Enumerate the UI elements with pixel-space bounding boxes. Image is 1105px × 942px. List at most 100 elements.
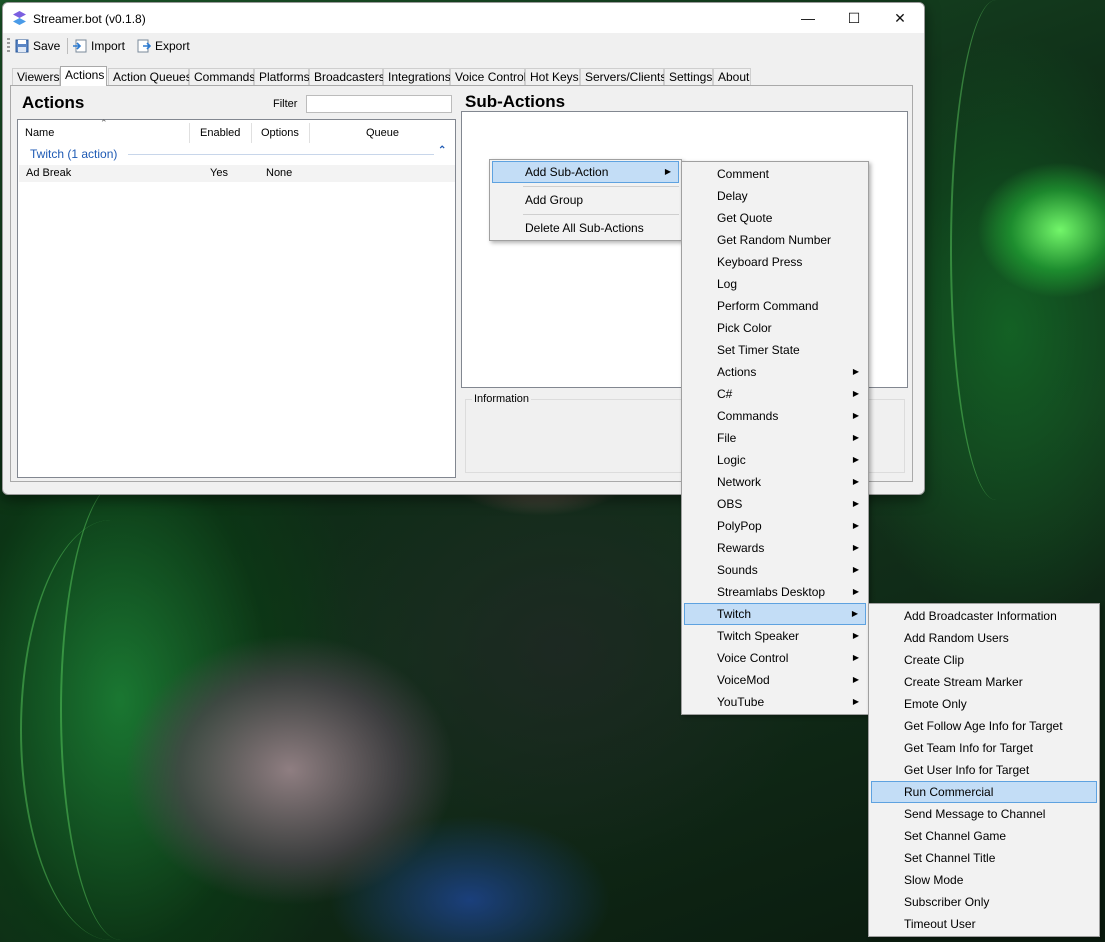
menu-item-set-channel-title[interactable]: Set Channel Title [871, 847, 1097, 869]
tab-voice-control[interactable]: Voice Control [450, 68, 526, 85]
column-header-enabled[interactable]: Enabled [200, 120, 240, 144]
menu-item-create-stream-marker[interactable]: Create Stream Marker [871, 671, 1097, 693]
menu-item-label: PolyPop [717, 519, 762, 533]
menu-item-file[interactable]: File ▶ [684, 427, 866, 449]
menu-item-add-sub-action[interactable]: Add Sub-Action ▶ [492, 161, 679, 183]
submenu-arrow-icon: ▶ [851, 609, 858, 618]
maximize-button[interactable]: ☐ [831, 3, 877, 33]
menu-item-slow-mode[interactable]: Slow Mode [871, 869, 1097, 891]
row-enabled: Yes [210, 167, 228, 179]
menu-item-youtube[interactable]: YouTube ▶ [684, 691, 866, 713]
menu-item-actions[interactable]: Actions ▶ [684, 361, 866, 383]
submenu-arrow-icon: ▶ [852, 543, 859, 552]
group-divider [128, 154, 434, 155]
menu-item-create-clip[interactable]: Create Clip [871, 649, 1097, 671]
menu-separator [523, 186, 679, 187]
column-header-options[interactable]: Options [261, 120, 299, 144]
menu-item-obs[interactable]: OBS ▶ [684, 493, 866, 515]
export-button[interactable]: Export [137, 37, 190, 55]
filter-input[interactable] [306, 95, 452, 113]
menu-item-twitch[interactable]: Twitch ▶ [684, 603, 866, 625]
menu-item-logic[interactable]: Logic ▶ [684, 449, 866, 471]
menu-item-subscriber-only[interactable]: Subscriber Only [871, 891, 1097, 913]
menu-item-send-message-to-channel[interactable]: Send Message to Channel [871, 803, 1097, 825]
menu-item-get-follow-age-info[interactable]: Get Follow Age Info for Target [871, 715, 1097, 737]
menu-item-label: OBS [717, 497, 743, 511]
menu-item-emote-only[interactable]: Emote Only [871, 693, 1097, 715]
subactions-title: Sub-Actions [465, 92, 566, 111]
export-icon [137, 39, 151, 53]
menu-item-csharp[interactable]: C# ▶ [684, 383, 866, 405]
submenu-arrow-icon: ▶ [852, 697, 859, 706]
group-header-twitch[interactable]: Twitch (1 action) [30, 147, 117, 161]
menu-item-log[interactable]: Log [684, 273, 866, 295]
menu-item-timeout-user[interactable]: Timeout User [871, 913, 1097, 935]
minimize-button[interactable]: — [785, 3, 831, 33]
menu-item-label: Logic [717, 453, 746, 467]
menu-item-label: Rewards [717, 541, 765, 555]
menu-item-pick-color[interactable]: Pick Color [684, 317, 866, 339]
import-button[interactable]: Import [73, 37, 125, 55]
submenu-arrow-icon: ▶ [852, 521, 859, 530]
submenu-arrow-icon: ▶ [852, 477, 859, 486]
tab-viewers[interactable]: Viewers [12, 68, 60, 85]
column-header-queue[interactable]: Queue [366, 120, 399, 144]
menu-item-set-timer-state[interactable]: Set Timer State [684, 339, 866, 361]
menu-item-comment[interactable]: Comment [684, 163, 866, 185]
table-row[interactable]: Ad Break Yes None [19, 165, 455, 182]
filter-label: Filter [273, 98, 298, 110]
column-separator [309, 123, 310, 143]
menu-item-get-user-info[interactable]: Get User Info for Target [871, 759, 1097, 781]
submenu-arrow-icon: ▶ [852, 433, 859, 442]
menu-item-add-random-users[interactable]: Add Random Users [871, 627, 1097, 649]
toolbar-separator [67, 38, 68, 54]
menu-item-rewards[interactable]: Rewards ▶ [684, 537, 866, 559]
menu-item-get-random-number[interactable]: Get Random Number [684, 229, 866, 251]
menu-item-network[interactable]: Network ▶ [684, 471, 866, 493]
tab-integrations[interactable]: Integrations [383, 68, 451, 85]
actions-list[interactable]: ⌃ Name Enabled Options Queue Twitch (1 a… [17, 118, 456, 478]
menu-item-voicemod[interactable]: VoiceMod ▶ [684, 669, 866, 691]
menu-item-label: Sounds [717, 563, 758, 577]
menu-item-delay[interactable]: Delay [684, 185, 866, 207]
window-title: Streamer.bot (v0.1.8) [33, 12, 146, 26]
app-logo-icon [13, 11, 26, 25]
tab-servers-clients[interactable]: Servers/Clients [580, 68, 666, 85]
submenu-arrow-icon: ▶ [852, 499, 859, 508]
menu-item-label: YouTube [717, 695, 765, 709]
menu-item-twitch-speaker[interactable]: Twitch Speaker ▶ [684, 625, 866, 647]
collapse-icon[interactable]: ⌃ [438, 145, 446, 156]
hair-strand [950, 0, 1042, 500]
menu-item-label: Voice Control [717, 651, 789, 665]
menu-item-set-channel-game[interactable]: Set Channel Game [871, 825, 1097, 847]
title-bar: Streamer.bot (v0.1.8) — ☐ ✕ [3, 3, 924, 33]
menu-item-streamlabs-desktop[interactable]: Streamlabs Desktop ▶ [684, 581, 866, 603]
sort-ascending-icon: ⌃ [100, 118, 108, 128]
menu-item-get-quote[interactable]: Get Quote [684, 207, 866, 229]
tab-about[interactable]: About [713, 68, 751, 85]
close-button[interactable]: ✕ [877, 3, 923, 33]
tab-platforms[interactable]: Platforms [254, 68, 310, 85]
menu-item-delete-all[interactable]: Delete All Sub-Actions [492, 217, 679, 239]
tab-broadcasters[interactable]: Broadcasters [309, 68, 385, 85]
menu-item-add-broadcaster-information[interactable]: Add Broadcaster Information [871, 605, 1097, 627]
column-header-name[interactable]: Name [25, 120, 54, 144]
menu-item-commands[interactable]: Commands ▶ [684, 405, 866, 427]
save-button[interactable]: Save [15, 37, 60, 55]
tab-hot-keys[interactable]: Hot Keys [525, 68, 580, 85]
tab-actions[interactable]: Actions [60, 66, 107, 86]
submenu-arrow-icon: ▶ [852, 631, 859, 640]
tab-settings[interactable]: Settings [664, 68, 713, 85]
menu-item-perform-command[interactable]: Perform Command [684, 295, 866, 317]
menu-item-run-commercial[interactable]: Run Commercial [871, 781, 1097, 803]
menu-item-add-group[interactable]: Add Group [492, 189, 679, 211]
menu-item-polypop[interactable]: PolyPop ▶ [684, 515, 866, 537]
menu-item-get-team-info[interactable]: Get Team Info for Target [871, 737, 1097, 759]
menu-item-keyboard-press[interactable]: Keyboard Press [684, 251, 866, 273]
menu-item-label: C# [717, 387, 733, 401]
menu-item-voice-control[interactable]: Voice Control ▶ [684, 647, 866, 669]
actions-title: Actions [22, 93, 85, 112]
menu-item-sounds[interactable]: Sounds ▶ [684, 559, 866, 581]
tab-commands[interactable]: Commands [189, 68, 255, 85]
tab-action-queues[interactable]: Action Queues [108, 68, 192, 85]
